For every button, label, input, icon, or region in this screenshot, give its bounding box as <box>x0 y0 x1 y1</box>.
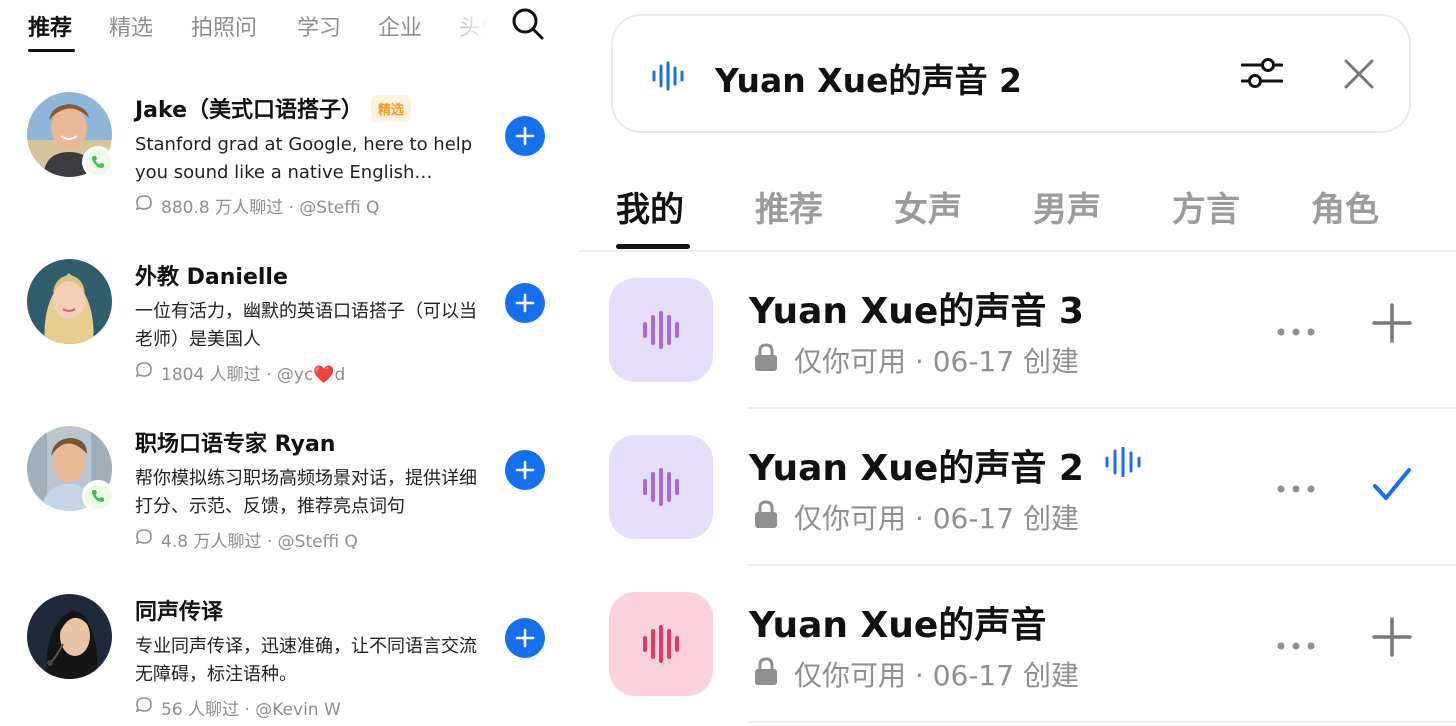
tab-dialect[interactable]: 方言 <box>1172 182 1240 231</box>
voice-wave-icon <box>651 61 685 95</box>
lock-icon <box>754 342 778 379</box>
voice-wave-icon <box>643 311 679 349</box>
search-icon[interactable] <box>510 6 546 42</box>
tabs-fade <box>440 0 508 50</box>
more-options-icon[interactable] <box>1276 479 1316 498</box>
add-bot-button[interactable] <box>505 618 545 658</box>
plus-icon[interactable] <box>1372 617 1412 661</box>
voice-name: Yuan Xue的声音 <box>749 596 1046 648</box>
bot-description: 专业同声传译，迅速准确，让不同语言交流无障碍，标注语种。 <box>135 636 477 685</box>
bot-name-text: 同声传译 <box>135 600 224 625</box>
category-tabs: 推荐 精选 拍照问 学习 企业 头像 <box>0 0 560 60</box>
tab-recommended[interactable]: 推荐 <box>28 10 72 42</box>
voice-tile <box>609 592 713 696</box>
phone-call-icon <box>82 146 114 178</box>
plus-icon <box>515 460 535 480</box>
add-bot-button[interactable] <box>505 450 545 490</box>
voice-name: Yuan Xue的声音 3 <box>749 282 1084 334</box>
active-tab-indicator <box>28 49 75 52</box>
voice-tile <box>609 278 713 382</box>
close-icon[interactable] <box>1344 59 1374 93</box>
voice-meta: 仅你可用 · 06-17 创建 <box>754 340 1079 380</box>
checkmark-icon[interactable] <box>1372 467 1412 507</box>
voice-wave-icon <box>643 468 679 506</box>
playing-wave-icon <box>1104 445 1142 486</box>
lock-icon <box>754 499 778 536</box>
voice-picker-panel: Yuan Xue的声音 2 我的 推荐 女声 男声 方言 角色 Yuan Xue… <box>578 0 1456 726</box>
plus-icon <box>515 293 535 313</box>
bot-list-panel: 推荐 精选 拍照问 学习 企业 头像 <box>0 0 560 726</box>
tab-study[interactable]: 学习 <box>297 10 341 42</box>
tab-featured[interactable]: 精选 <box>109 10 153 42</box>
row-divider <box>748 721 1456 723</box>
add-bot-button[interactable] <box>505 283 545 323</box>
chat-count: 880.8 万人聊过 · @Steffi Q <box>161 198 380 218</box>
voice-tile <box>609 435 713 539</box>
bot-name: Jake（美式口语搭子） 精选 <box>135 92 412 124</box>
voice-wave-icon <box>643 625 679 663</box>
plus-icon <box>515 628 535 648</box>
chat-bubble-icon <box>135 361 153 384</box>
voice-meta-text: 仅你可用 · 06-17 创建 <box>794 659 1079 692</box>
voice-row[interactable]: Yuan Xue的声音 仅你可用 · 06-17 创建 <box>578 566 1456 723</box>
active-tab-indicator <box>616 244 690 249</box>
voice-category-tabs: 我的 推荐 女声 男声 方言 角色 <box>578 160 1456 252</box>
lock-icon <box>754 656 778 693</box>
tab-enterprise[interactable]: 企业 <box>378 10 422 42</box>
voice-row-selected[interactable]: Yuan Xue的声音 2 仅你可用 · 06-17 创建 <box>578 409 1456 566</box>
bot-description: 一位有活力，幽默的英语口语搭子（可以当老师）是美国人 <box>135 301 477 350</box>
bot-name: 职场口语专家 Ryan <box>135 426 335 458</box>
tab-mine[interactable]: 我的 <box>616 182 684 231</box>
voice-name: Yuan Xue的声音 2 <box>749 439 1142 491</box>
chat-count: 4.8 万人聊过 · @Steffi Q <box>161 532 358 552</box>
sliders-icon[interactable] <box>1240 56 1284 94</box>
featured-badge: 精选 <box>371 94 412 122</box>
plus-icon[interactable] <box>1372 303 1412 347</box>
voice-row[interactable]: Yuan Xue的声音 3 仅你可用 · 06-17 创建 <box>578 252 1456 409</box>
chat-bubble-icon <box>135 194 153 217</box>
bot-meta: 4.8 万人聊过 · @Steffi Q <box>135 527 358 552</box>
chat-bubble-icon <box>135 696 153 719</box>
chat-bubble-icon <box>135 528 153 551</box>
bot-meta: 56 人聊过 · @Kevin W <box>135 695 341 720</box>
avatar <box>27 594 112 679</box>
bot-name-text: 外教 Danielle <box>135 265 288 290</box>
bot-card-danielle[interactable]: 外教 Danielle 一位有活力，幽默的英语口语搭子（可以当老师）是美国人 1… <box>0 259 560 419</box>
tab-character[interactable]: 角色 <box>1311 182 1379 231</box>
phone-call-icon <box>82 480 114 512</box>
bot-card-interpreter[interactable]: 同声传译 专业同声传译，迅速准确，让不同语言交流无障碍，标注语种。 56 人聊过… <box>0 594 560 726</box>
bot-name: 外教 Danielle <box>135 259 288 291</box>
add-bot-button[interactable] <box>505 116 545 156</box>
more-options-icon[interactable] <box>1276 322 1316 341</box>
tab-male[interactable]: 男声 <box>1033 182 1101 231</box>
bot-description: Stanford grad at Google, here to help yo… <box>135 134 473 183</box>
bot-meta: 1804 人聊过 · @yc❤️d <box>135 360 345 385</box>
voice-meta-text: 仅你可用 · 06-17 创建 <box>794 345 1079 378</box>
tab-recommended[interactable]: 推荐 <box>755 182 823 231</box>
voice-name-text: Yuan Xue的声音 2 <box>749 448 1084 489</box>
tab-photo-ask[interactable]: 拍照问 <box>191 10 257 42</box>
bot-name-text: Jake（美式口语搭子） <box>135 98 363 123</box>
bot-card-jake[interactable]: Jake（美式口语搭子） 精选 Stanford grad at Google,… <box>0 92 560 252</box>
current-voice-card[interactable]: Yuan Xue的声音 2 <box>611 14 1411 133</box>
chat-count: 1804 人聊过 · @yc❤️d <box>161 365 346 385</box>
current-voice-name: Yuan Xue的声音 2 <box>715 61 1023 100</box>
voice-meta: 仅你可用 · 06-17 创建 <box>754 654 1079 694</box>
bot-name: 同声传译 <box>135 594 223 626</box>
voice-meta: 仅你可用 · 06-17 创建 <box>754 497 1079 537</box>
voice-meta-text: 仅你可用 · 06-17 创建 <box>794 502 1079 535</box>
bot-meta: 880.8 万人聊过 · @Steffi Q <box>135 193 379 218</box>
tab-female[interactable]: 女声 <box>894 182 962 231</box>
chat-count: 56 人聊过 · @Kevin W <box>161 700 341 720</box>
plus-icon <box>515 126 535 146</box>
bot-name-text: 职场口语专家 Ryan <box>135 432 336 457</box>
voice-name-text: Yuan Xue的声音 <box>749 605 1047 646</box>
voice-name-text: Yuan Xue的声音 3 <box>749 291 1084 332</box>
bot-description: 帮你模拟练习职场高频场景对话，提供详细打分、示范、反馈，推荐亮点词句 <box>135 468 477 517</box>
bot-card-ryan[interactable]: 职场口语专家 Ryan 帮你模拟练习职场高频场景对话，提供详细打分、示范、反馈，… <box>0 426 560 586</box>
avatar <box>27 259 112 344</box>
more-options-icon[interactable] <box>1276 636 1316 655</box>
